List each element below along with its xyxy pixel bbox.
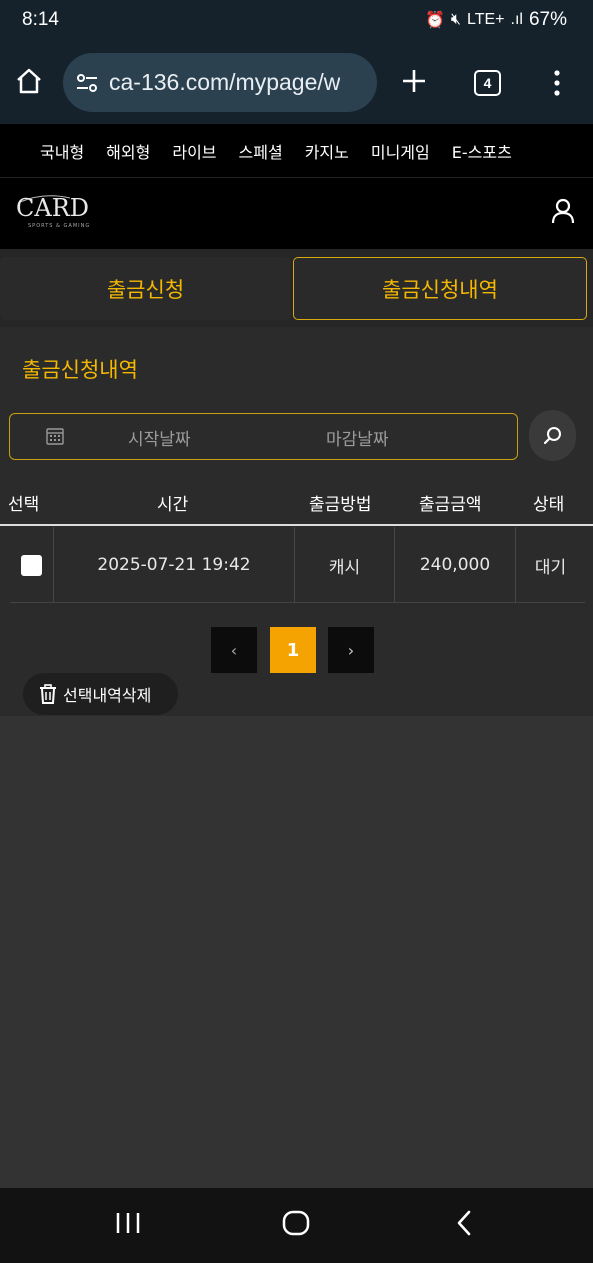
nav-item-minigame[interactable]: 미니게임	[371, 139, 430, 163]
table-row: 2025-07-21 19:42 캐시 240,000 대기	[10, 527, 585, 603]
home-nav-icon[interactable]	[281, 1208, 311, 1238]
browser-toolbar: ca-136.com/mypage/w 4	[0, 42, 593, 124]
search-icon	[543, 426, 561, 444]
user-icon[interactable]	[551, 198, 575, 224]
nav-item-domestic[interactable]: 국내형	[40, 139, 84, 163]
calendar-icon	[46, 428, 64, 445]
status-icons: ⏰ 🔇︎ LTE+ .ıl 67%	[425, 9, 567, 31]
alarm-icon: ⏰	[425, 12, 445, 29]
url-text[interactable]: ca-136.com/mypage/w	[109, 69, 340, 96]
new-tab-icon[interactable]	[399, 66, 429, 96]
page-button-current[interactable]: 1	[270, 627, 316, 673]
nav-item-live[interactable]: 라이브	[172, 139, 216, 163]
row-checkbox[interactable]	[21, 554, 42, 576]
nav-item-special[interactable]: 스페셜	[239, 139, 283, 163]
table-header: 선택 시간 출금방법 출금금액 상태	[0, 480, 593, 526]
row-method: 캐시	[328, 557, 361, 578]
header-method: 출금방법	[309, 495, 372, 515]
end-date-input[interactable]: 마감날짜	[326, 425, 389, 450]
withdraw-tabs: 출금신청 출금신청내역	[0, 249, 593, 327]
row-amount: 240,000	[419, 555, 491, 575]
site-logo[interactable]: CARD SPORTS & GAMING	[14, 190, 124, 234]
recent-apps-icon[interactable]	[114, 1208, 142, 1238]
category-nav: 국내형 해외형 라이브 스페셜 카지노 미니게임 E-스포츠	[0, 124, 593, 178]
system-nav-bar	[0, 1188, 593, 1263]
home-icon[interactable]	[14, 66, 44, 96]
site-settings-icon[interactable]	[75, 71, 99, 95]
address-bar[interactable]: ca-136.com/mypage/w	[63, 53, 377, 112]
nav-item-overseas[interactable]: 해외형	[106, 139, 150, 163]
section-title: 출금신청내역	[22, 358, 138, 382]
nav-item-casino[interactable]: 카지노	[305, 139, 349, 163]
row-status: 대기	[534, 557, 567, 578]
status-time: 8:14	[22, 9, 59, 30]
trash-icon	[40, 684, 56, 704]
header-amount: 출금금액	[419, 495, 482, 515]
signal-icon: .ıl	[510, 11, 523, 28]
header-select: 선택	[8, 495, 40, 515]
start-date-input[interactable]: 시작날짜	[128, 425, 191, 450]
row-select-cell	[10, 527, 53, 603]
tab-withdraw-history[interactable]: 출금신청내역	[293, 257, 587, 320]
nav-item-esports[interactable]: E-스포츠	[452, 139, 512, 163]
logo-text: CARD	[16, 194, 90, 222]
network-label: LTE+	[467, 11, 505, 28]
tab-switcher-button[interactable]: 4	[474, 70, 501, 96]
header-status: 상태	[533, 495, 565, 515]
row-time: 2025-07-21 19:42	[97, 555, 251, 575]
battery-percent: 67%	[528, 9, 567, 30]
delete-selected-label: 선택내역삭제	[63, 686, 152, 705]
search-button[interactable]	[529, 410, 576, 461]
header-time: 시간	[157, 495, 189, 515]
history-panel: 출금신청내역 시작날짜 마감날짜 선택 시간 출금방법 출금금액 상태 2025…	[0, 327, 593, 716]
date-range-filter[interactable]: 시작날짜 마감날짜	[9, 413, 518, 460]
mute-icon: 🔇︎	[450, 11, 462, 28]
next-page-button[interactable]: ›	[328, 627, 374, 673]
tab-withdraw-request[interactable]: 출금신청	[0, 257, 291, 320]
more-menu-icon[interactable]	[550, 68, 564, 98]
status-bar: 8:14 ⏰ 🔇︎ LTE+ .ıl 67%	[0, 0, 593, 42]
back-icon[interactable]	[452, 1208, 476, 1238]
delete-selected-button[interactable]: 선택내역삭제	[23, 673, 178, 715]
logo-subtext: SPORTS & GAMING	[28, 223, 91, 229]
site-header: CARD SPORTS & GAMING	[0, 178, 593, 249]
prev-page-button[interactable]: ‹	[211, 627, 257, 673]
